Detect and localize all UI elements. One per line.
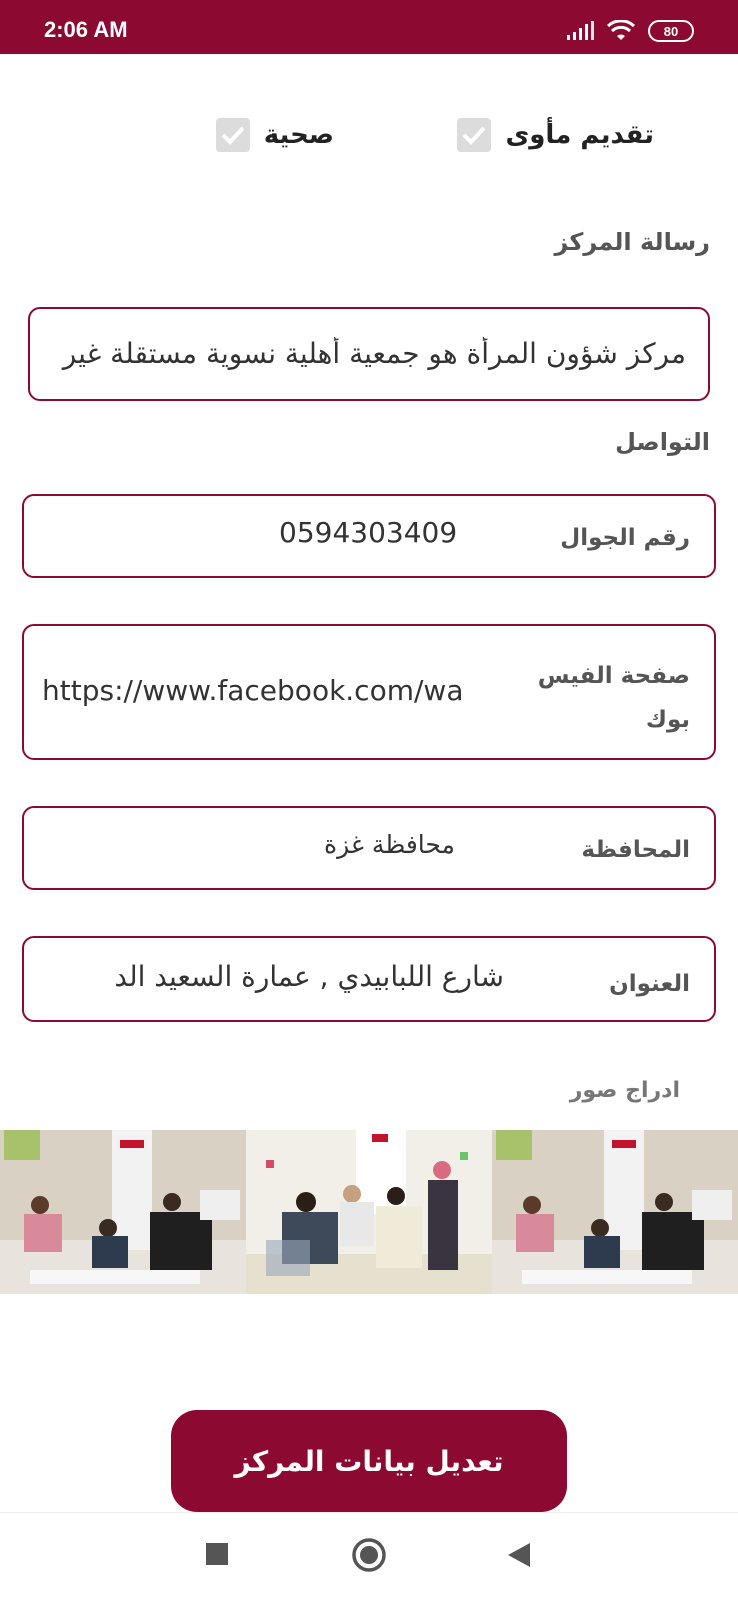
governorate-value[interactable]: محافظة غزة	[324, 830, 455, 859]
address-label: العنوان	[609, 971, 690, 997]
phone-label: رقم الجوال	[560, 525, 690, 551]
photo-gallery	[0, 1130, 738, 1294]
checkbox-shelter[interactable]: تقديم مأوى	[457, 118, 654, 152]
checkbox-health[interactable]: صحية	[215, 118, 334, 152]
images-heading: ادراج صور	[569, 1078, 680, 1103]
phone-field[interactable]: رقم الجوال 0594303409	[22, 494, 716, 578]
photo-3[interactable]	[492, 1130, 738, 1294]
mission-field[interactable]: مركز شؤون المرأة هو جمعية أهلية نسوية مس…	[28, 307, 710, 401]
edit-center-button[interactable]: تعديل بيانات المركز	[171, 1410, 567, 1512]
checkbox-shelter-label: تقديم مأوى	[505, 120, 654, 150]
governorate-label: المحافظة	[581, 837, 690, 863]
address-field[interactable]: العنوان شارع اللبابيدي , عمارة السعيد ال…	[22, 936, 716, 1022]
nav-square-icon[interactable]	[204, 1541, 230, 1567]
governorate-field[interactable]: المحافظة محافظة غزة	[22, 806, 716, 890]
nav-home-icon[interactable]	[351, 1537, 387, 1573]
facebook-value[interactable]: https://www.facebook.com/wa	[42, 674, 504, 707]
mission-value[interactable]: مركز شؤون المرأة هو جمعية أهلية نسوية مس…	[50, 337, 686, 370]
battery-level: 80	[663, 23, 679, 39]
facebook-field[interactable]: صفحة الفيس بوك https://www.facebook.com/…	[22, 624, 716, 760]
phone-value[interactable]: 0594303409	[279, 516, 457, 549]
check-icon[interactable]	[457, 118, 492, 152]
contact-heading: التواصل	[615, 428, 710, 456]
facebook-label: صفحة الفيس بوك	[537, 663, 690, 733]
battery-icon: 80	[648, 20, 694, 42]
mission-heading: رسالة المركز	[554, 228, 711, 256]
status-icons: 80	[566, 20, 694, 42]
checkbox-health-label: صحية	[263, 120, 334, 150]
signal-icon	[567, 21, 594, 40]
address-value[interactable]: شارع اللبابيدي , عمارة السعيد الد	[42, 960, 504, 993]
photo-2[interactable]	[246, 1130, 492, 1294]
check-icon[interactable]	[215, 118, 250, 152]
photo-1[interactable]	[0, 1130, 246, 1294]
status-bar: 2:06 AM 80	[0, 0, 738, 54]
wifi-icon	[606, 20, 636, 40]
services-checkboxes: تقديم مأوى صحية	[0, 118, 738, 158]
nav-back-icon[interactable]	[506, 1541, 532, 1569]
status-time: 2:06 AM	[44, 17, 128, 42]
system-nav-bar	[0, 1512, 738, 1600]
